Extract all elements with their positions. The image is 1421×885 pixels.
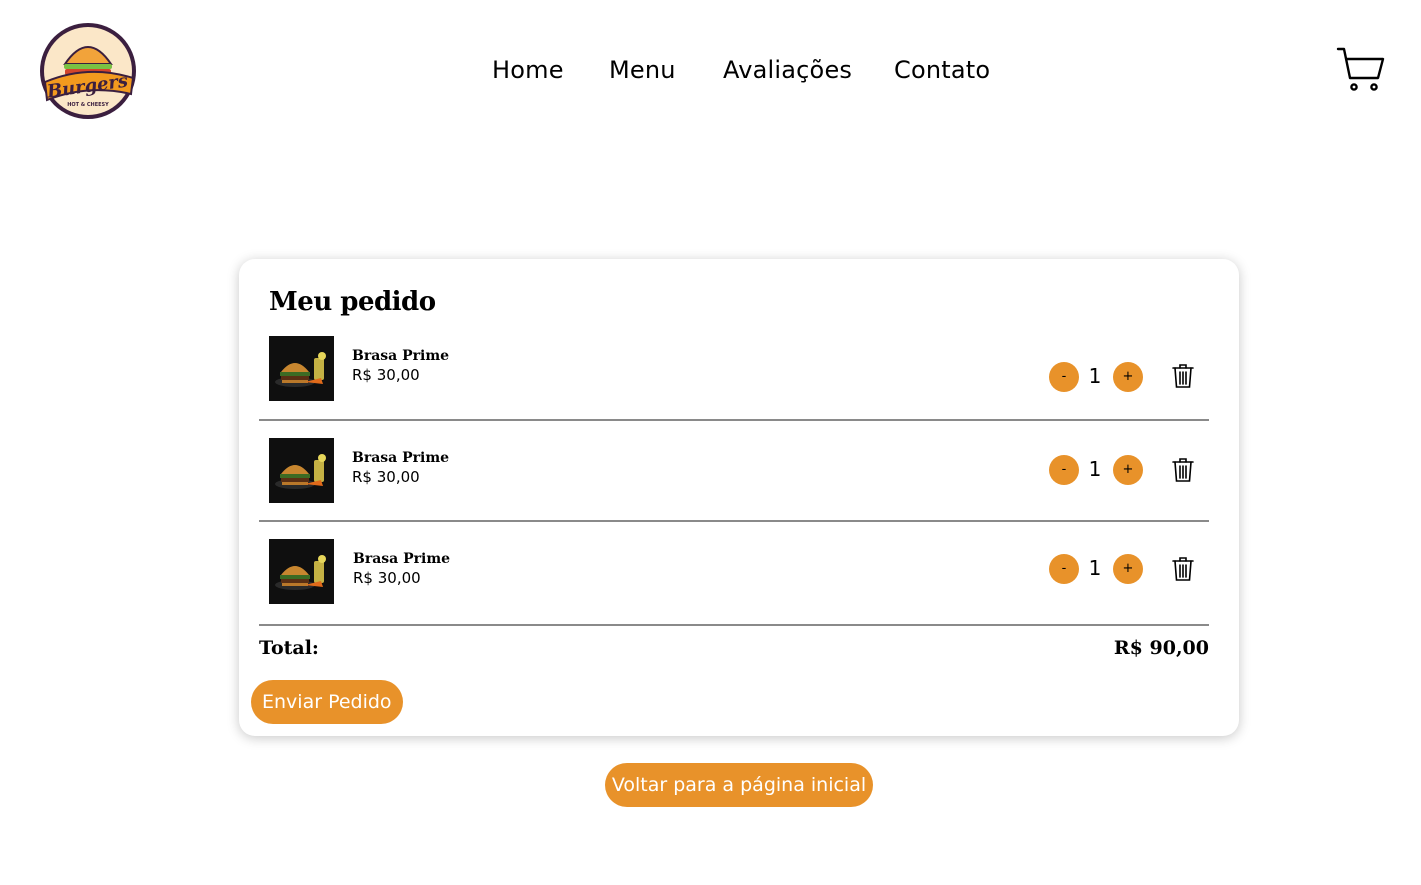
increase-quantity-button[interactable]: +: [1113, 362, 1143, 392]
item-price: R$ 30,00: [352, 366, 420, 384]
burger-image: [269, 336, 334, 401]
nav-avaliacoes[interactable]: Avaliações: [723, 56, 852, 84]
item-divider: [259, 419, 1209, 421]
item-price: R$ 30,00: [353, 569, 421, 587]
quantity-value: 1: [1088, 457, 1102, 481]
nav-home[interactable]: Home: [492, 56, 564, 84]
total-value: R$ 90,00: [1113, 637, 1209, 659]
send-order-button[interactable]: Enviar Pedido: [251, 680, 403, 724]
trash-icon[interactable]: [1171, 363, 1195, 389]
decrease-quantity-button[interactable]: -: [1049, 362, 1079, 392]
increase-quantity-button[interactable]: +: [1113, 554, 1143, 584]
decrease-quantity-button[interactable]: -: [1049, 554, 1079, 584]
main-nav: Home Menu Avaliações Contato: [0, 56, 1421, 88]
nav-contato[interactable]: Contato: [894, 56, 990, 84]
item-divider: [259, 520, 1209, 522]
nav-menu[interactable]: Menu: [609, 56, 676, 84]
logo-subtext: HOT & CHEESY: [67, 102, 109, 108]
trash-icon[interactable]: [1171, 556, 1195, 582]
burger-image: [269, 438, 334, 503]
quantity-value: 1: [1088, 556, 1102, 580]
increase-quantity-button[interactable]: +: [1113, 455, 1143, 485]
decrease-quantity-button[interactable]: -: [1049, 455, 1079, 485]
back-home-button[interactable]: Voltar para a página inicial: [605, 763, 873, 807]
order-title: Meu pedido: [269, 287, 436, 317]
item-name: Brasa Prime: [353, 551, 451, 567]
cart-icon[interactable]: [1336, 46, 1386, 94]
item-divider: [259, 624, 1209, 626]
quantity-value: 1: [1088, 364, 1102, 388]
item-name: Brasa Prime: [352, 348, 450, 364]
order-card: Meu pedido Brasa Prime R$ 30,00 - 1 + Br…: [239, 259, 1239, 736]
total-label: Total:: [259, 637, 319, 659]
trash-icon[interactable]: [1171, 457, 1195, 483]
order-item: Brasa Prime R$ 30,00 - 1 +: [259, 321, 1209, 421]
item-price: R$ 30,00: [352, 468, 420, 486]
order-item: Brasa Prime R$ 30,00 - 1 +: [259, 422, 1209, 522]
burger-image: [269, 539, 334, 604]
order-item: Brasa Prime R$ 30,00 - 1 +: [259, 523, 1209, 626]
item-name: Brasa Prime: [352, 450, 450, 466]
